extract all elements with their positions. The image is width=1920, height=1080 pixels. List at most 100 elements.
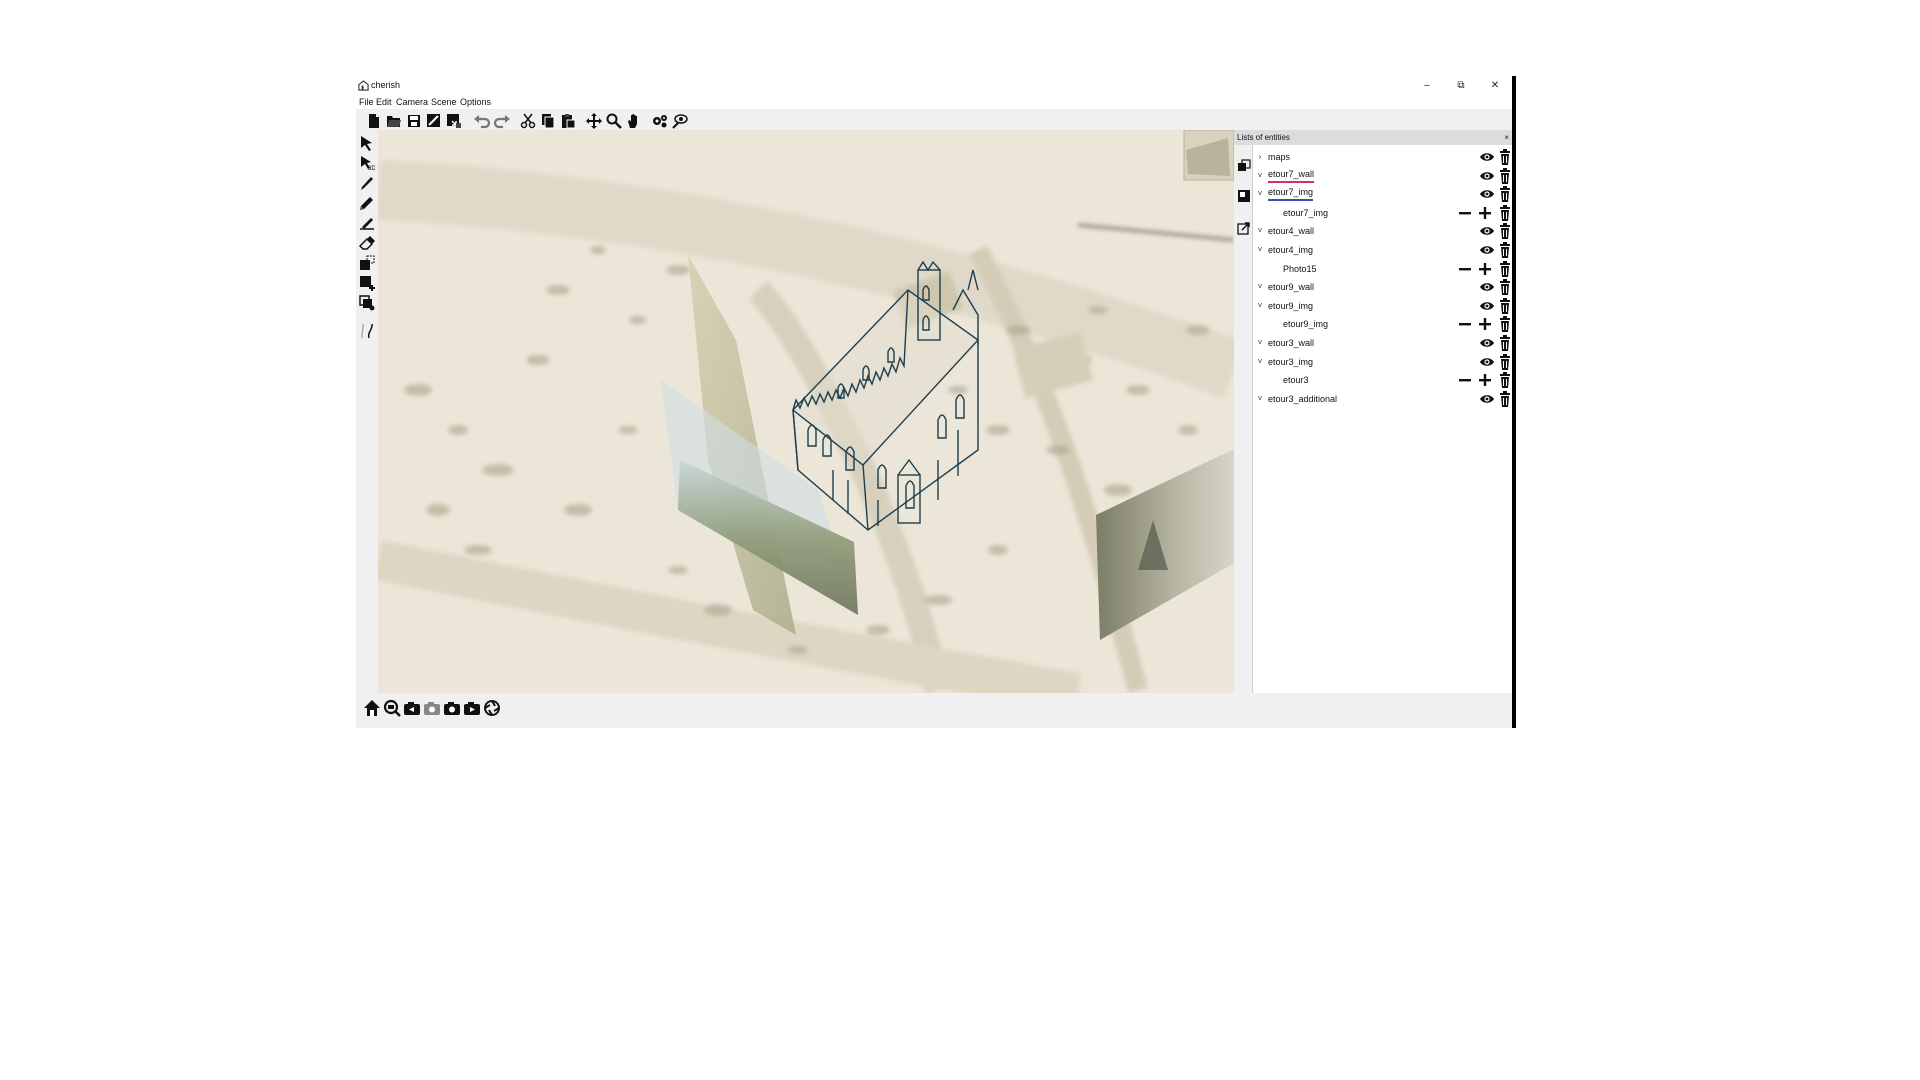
- scene-viewport[interactable]: [378, 130, 1234, 693]
- delete-trash-icon[interactable]: [1497, 390, 1513, 407]
- add-canvas-icon[interactable]: [357, 273, 377, 293]
- move-icon[interactable]: [584, 111, 604, 131]
- visibility-eye-icon[interactable]: [1479, 335, 1495, 351]
- chevron-down-icon[interactable]: ˅: [1255, 185, 1265, 203]
- entity-label[interactable]: etour7_img: [1268, 185, 1314, 202]
- save-icon[interactable]: [404, 111, 424, 131]
- chevron-right-icon[interactable]: ›: [1255, 148, 1265, 166]
- delete-trash-icon[interactable]: [1497, 297, 1513, 314]
- delete-trash-icon[interactable]: [1497, 260, 1513, 277]
- settings-icon[interactable]: [650, 111, 670, 131]
- chevron-down-icon[interactable]: ˅: [1255, 297, 1265, 315]
- increase-icon[interactable]: [1477, 261, 1493, 277]
- cut-icon[interactable]: [518, 111, 538, 131]
- camera-capture-icon[interactable]: [442, 698, 462, 718]
- decrease-icon[interactable]: [1457, 316, 1473, 332]
- delete-trash-icon[interactable]: [1497, 223, 1513, 240]
- curves-icon[interactable]: [357, 321, 377, 341]
- delete-trash-icon[interactable]: [1497, 204, 1513, 221]
- delete-trash-icon[interactable]: [1497, 242, 1513, 258]
- paste-icon[interactable]: [558, 111, 578, 131]
- entity-row[interactable]: ˅ etour3_wall: [1253, 334, 1513, 352]
- decrease-icon[interactable]: [1457, 205, 1473, 221]
- increase-icon[interactable]: [1477, 372, 1493, 388]
- eraser-icon[interactable]: [357, 233, 377, 253]
- select-3d-icon[interactable]: 3D: [357, 153, 377, 173]
- pen-icon[interactable]: [357, 173, 377, 193]
- menu-file[interactable]: File: [359, 97, 374, 107]
- open-folder-icon[interactable]: [384, 111, 404, 131]
- entity-row[interactable]: ˅ etour9_img: [1253, 297, 1513, 315]
- export-icon[interactable]: [444, 111, 464, 131]
- increase-icon[interactable]: [1477, 205, 1493, 221]
- decrease-icon[interactable]: [1457, 372, 1473, 388]
- entity-label[interactable]: etour4_wall: [1268, 222, 1314, 240]
- entity-row[interactable]: ˅ etour4_img: [1253, 241, 1513, 259]
- delete-trash-icon[interactable]: [1497, 186, 1513, 203]
- minimize-button[interactable]: –: [1412, 78, 1442, 94]
- clone-canvas-icon[interactable]: [357, 293, 377, 313]
- chevron-down-icon[interactable]: ˅: [1255, 353, 1265, 371]
- close-window-button[interactable]: ✕: [1480, 78, 1510, 94]
- entity-label[interactable]: etour9_img: [1268, 297, 1313, 315]
- entity-row[interactable]: › maps: [1253, 148, 1513, 166]
- entity-label[interactable]: etour3_additional: [1268, 390, 1337, 408]
- zoom-icon[interactable]: [604, 111, 624, 131]
- delete-trash-icon[interactable]: [1497, 372, 1513, 389]
- select-arrow-icon[interactable]: [357, 133, 377, 153]
- delete-trash-icon[interactable]: [1497, 353, 1513, 370]
- increase-icon[interactable]: [1477, 316, 1493, 332]
- entity-label[interactable]: etour4_img: [1268, 241, 1313, 259]
- chevron-down-icon[interactable]: ˅: [1255, 390, 1265, 408]
- entity-child-row[interactable]: etour9_img: [1253, 315, 1513, 333]
- chevron-down-icon[interactable]: ˅: [1255, 222, 1265, 240]
- panel-close-button[interactable]: ×: [1504, 130, 1509, 145]
- entity-row[interactable]: ˅ etour4_wall: [1253, 222, 1513, 240]
- entity-row[interactable]: ˅ etour9_wall: [1253, 278, 1513, 296]
- delete-trash-icon[interactable]: [1497, 279, 1513, 296]
- chevron-down-icon[interactable]: ˅: [1255, 167, 1265, 185]
- entity-child-row[interactable]: Photo15: [1253, 260, 1513, 278]
- camera-prev-icon[interactable]: [402, 698, 422, 718]
- chevron-down-icon[interactable]: ˅: [1255, 334, 1265, 352]
- entity-child-row[interactable]: etour7_img: [1253, 204, 1513, 222]
- visibility-eye-icon[interactable]: [1479, 391, 1495, 407]
- camera-orbit-icon[interactable]: [482, 698, 502, 718]
- entity-row[interactable]: ˅ etour7_img: [1253, 185, 1513, 203]
- visibility-eye-icon[interactable]: [1479, 298, 1495, 314]
- delete-trash-icon[interactable]: [1497, 149, 1513, 165]
- camera-next-icon[interactable]: [462, 698, 482, 718]
- visibility-eye-icon[interactable]: [1479, 223, 1495, 239]
- delete-trash-icon[interactable]: [1497, 335, 1513, 351]
- visibility-eye-icon[interactable]: [1479, 279, 1495, 295]
- new-file-icon[interactable]: [364, 111, 384, 131]
- visibility-eye-icon[interactable]: [1479, 149, 1495, 165]
- camera-disabled-icon[interactable]: [422, 698, 442, 718]
- entity-label[interactable]: etour7_img: [1283, 204, 1328, 222]
- visibility-eye-icon[interactable]: [1479, 242, 1495, 258]
- delete-trash-icon[interactable]: [1497, 316, 1513, 333]
- camera-zoom-icon[interactable]: [382, 698, 402, 718]
- entity-child-row[interactable]: etour3: [1253, 371, 1513, 389]
- entity-label[interactable]: Photo15: [1283, 260, 1317, 278]
- canvas-select-icon[interactable]: [357, 253, 377, 273]
- entity-row[interactable]: ˅ etour7_wall: [1253, 167, 1513, 185]
- menu-scene[interactable]: Scene: [431, 97, 457, 107]
- chevron-down-icon[interactable]: ˅: [1255, 278, 1265, 296]
- menu-camera[interactable]: Camera: [396, 97, 428, 107]
- menu-edit[interactable]: Edit: [376, 97, 392, 107]
- save-as-icon[interactable]: [424, 111, 444, 131]
- visibility-settings-icon[interactable]: [670, 111, 690, 131]
- restore-button[interactable]: ⧉: [1446, 78, 1476, 94]
- pan-hand-icon[interactable]: [624, 111, 644, 131]
- entity-row[interactable]: ˅ etour3_img: [1253, 353, 1513, 371]
- entity-label[interactable]: etour9_wall: [1268, 278, 1314, 296]
- entity-label[interactable]: etour3_wall: [1268, 334, 1314, 352]
- delete-trash-icon[interactable]: [1497, 167, 1513, 184]
- decrease-icon[interactable]: [1457, 261, 1473, 277]
- visibility-eye-icon[interactable]: [1479, 354, 1495, 370]
- menu-options[interactable]: Options: [460, 97, 491, 107]
- undo-icon[interactable]: [472, 111, 492, 131]
- line-tool-icon[interactable]: [357, 213, 377, 233]
- copy-icon[interactable]: [538, 111, 558, 131]
